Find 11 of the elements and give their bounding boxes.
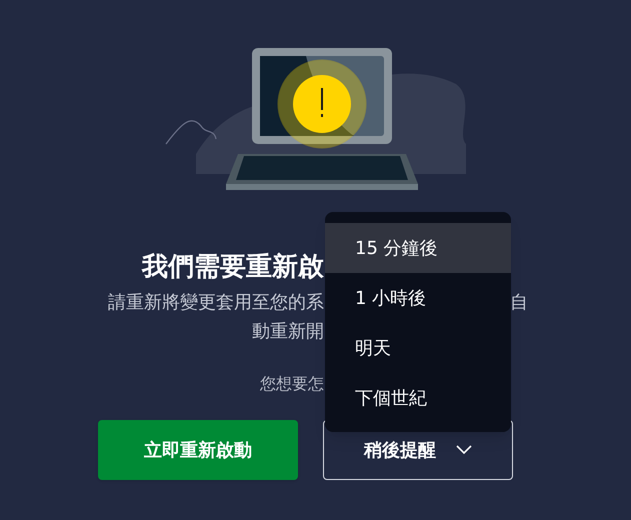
restart-now-button[interactable]: 立即重新啟動 <box>98 420 298 480</box>
menu-item[interactable]: 1 小時後 <box>325 273 511 323</box>
message-text: 自 <box>510 290 528 314</box>
menu-item[interactable]: 下個世紀 <box>325 373 511 423</box>
message-text: 請重新將變更套用至您的系 <box>108 292 324 312</box>
chevron-down-icon <box>456 445 472 455</box>
message-text: 動重新開 <box>252 320 324 342</box>
question-text: 您想要怎 <box>260 374 324 393</box>
menu-item[interactable]: 15 分鐘後 <box>325 223 511 273</box>
menu-item[interactable]: 明天 <box>325 323 511 373</box>
dialog-title: 我們需要重新啟 <box>142 252 324 282</box>
